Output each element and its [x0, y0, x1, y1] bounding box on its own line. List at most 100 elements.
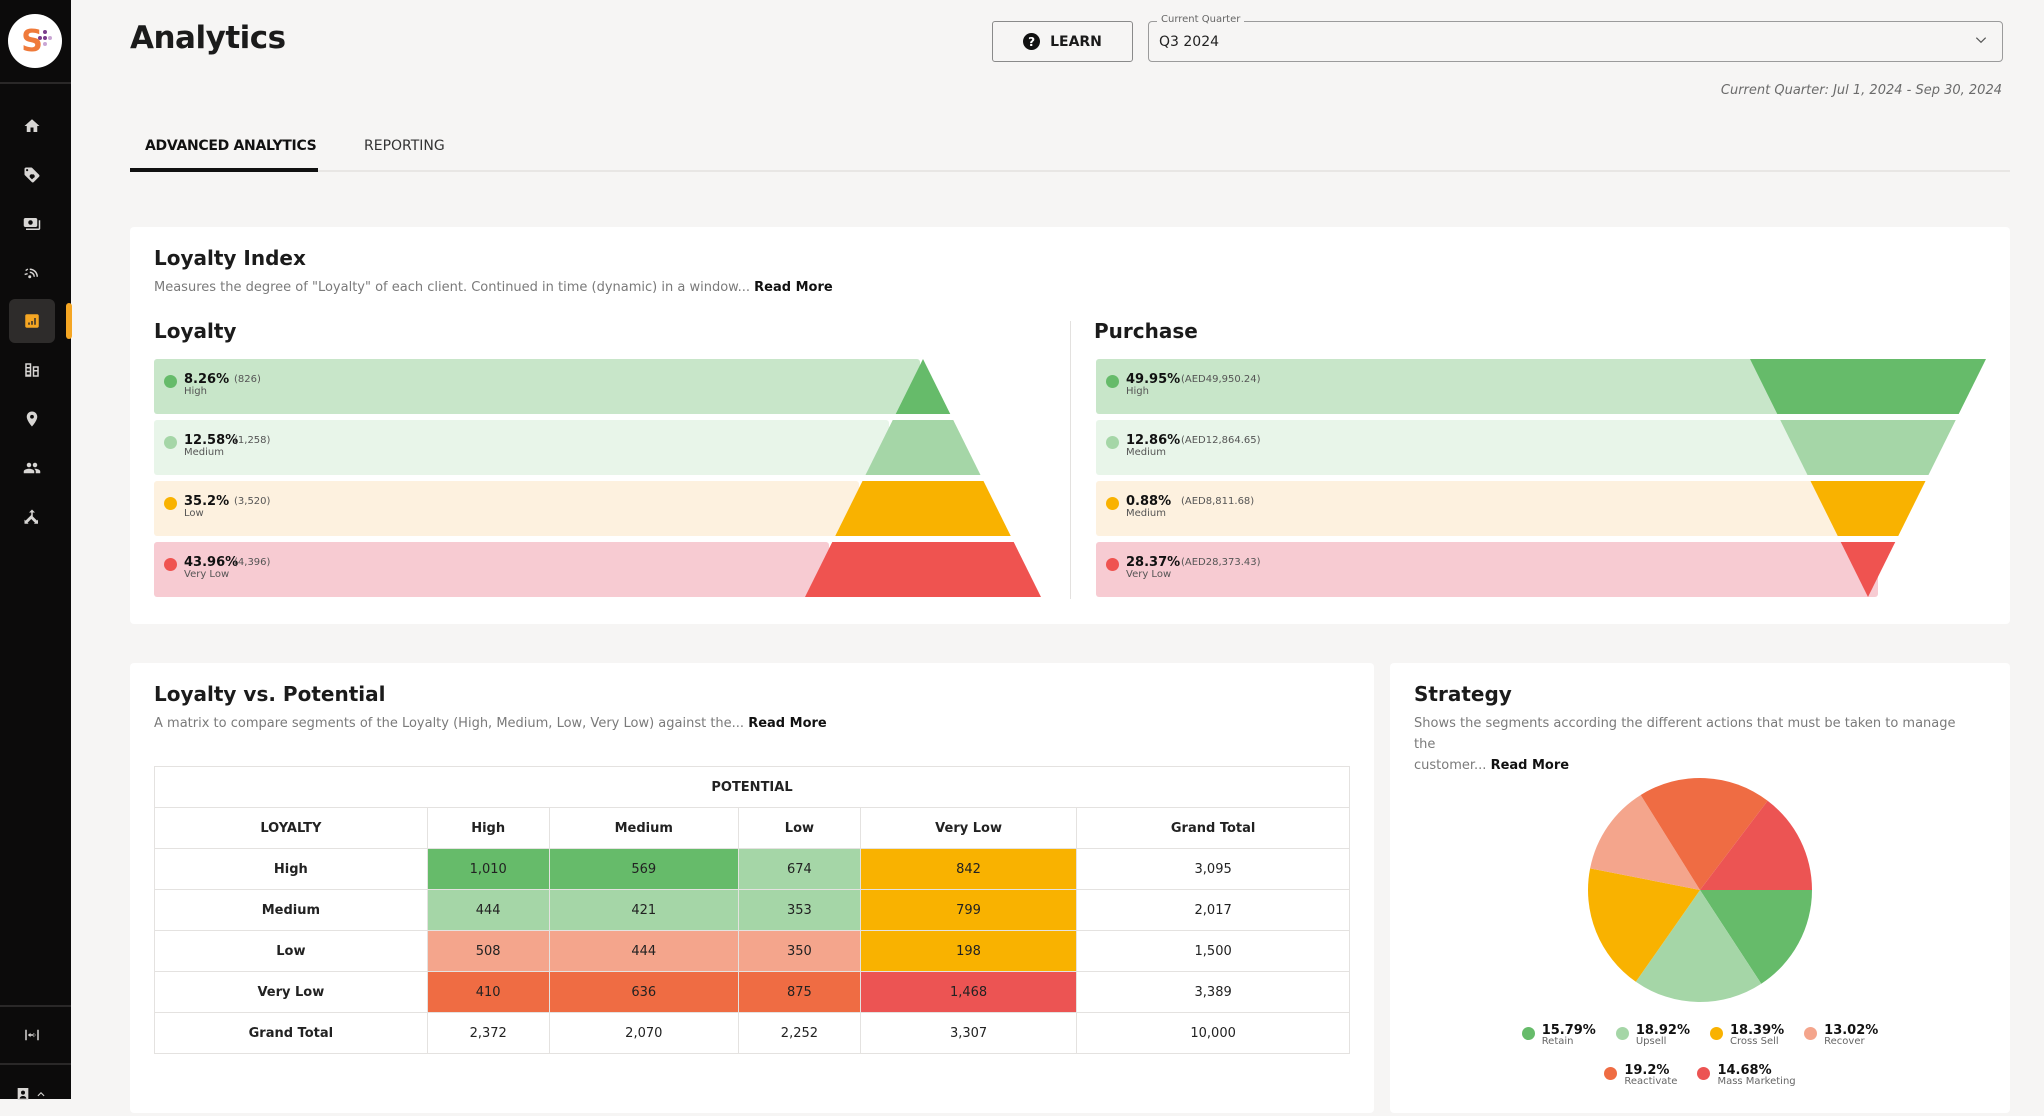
learn-label: LEARN	[1050, 33, 1102, 50]
description-text: customer...	[1414, 758, 1487, 773]
nav-locations[interactable]	[9, 397, 55, 441]
legend-label: Cross Sell	[1730, 1036, 1779, 1047]
tab-reporting[interactable]: REPORTING	[364, 138, 445, 154]
matrix-cell[interactable]: 444	[426, 889, 550, 931]
legend-item[interactable]: 14.68% Mass Marketing	[1697, 1063, 1796, 1093]
read-more-link[interactable]: Read More	[1491, 758, 1570, 773]
account-icon	[17, 1088, 29, 1100]
matrix-cell[interactable]: 508	[426, 930, 550, 972]
learn-button[interactable]: ? LEARN	[992, 21, 1133, 62]
app-logo[interactable]: S	[8, 14, 62, 68]
strategy-card: Strategy Shows the segments according th…	[1390, 663, 2010, 1113]
loyalty-vs-potential-card: Loyalty vs. Potential A matrix to compar…	[130, 663, 1374, 1113]
column-header: Very Low	[859, 807, 1078, 849]
funnel-segment[interactable]	[1750, 359, 1986, 414]
page-title: Analytics	[130, 20, 286, 56]
table-row: Low 508 444 350 198 1,500	[154, 930, 1350, 972]
quarter-select-label: Current Quarter	[1157, 14, 1245, 25]
nav-payments[interactable]	[9, 202, 55, 246]
row-header: Low	[154, 930, 428, 972]
matrix-cell[interactable]: 799	[859, 889, 1078, 931]
sidebar: S	[0, 0, 72, 1100]
nav-integrations[interactable]	[9, 495, 55, 539]
nav-loyalty-tags[interactable]	[9, 153, 55, 197]
matrix-cell[interactable]: 410	[426, 971, 550, 1013]
sidebar-divider	[0, 1005, 71, 1007]
matrix-cell[interactable]: 842	[859, 848, 1078, 890]
grand-total: 10,000	[1076, 1012, 1350, 1054]
card-title: Loyalty vs. Potential	[154, 682, 386, 706]
legend-dot	[1697, 1067, 1711, 1080]
column-total: 2,372	[426, 1012, 550, 1054]
matrix-cell[interactable]: 636	[548, 971, 739, 1013]
merge-icon	[24, 509, 38, 524]
location-pin-icon	[26, 411, 38, 427]
users-icon	[23, 462, 41, 474]
matrix-cell[interactable]: 674	[737, 848, 861, 890]
column-total: 3,307	[859, 1012, 1078, 1054]
matrix-cell[interactable]: 875	[737, 971, 861, 1013]
analytics-chart-icon	[25, 314, 39, 328]
column-header: LOYALTY	[154, 807, 428, 849]
strategy-pie-chart	[1588, 778, 1812, 1002]
card-title: Strategy	[1414, 682, 1512, 706]
nav-campaigns[interactable]	[9, 251, 55, 295]
loyalty-potential-matrix: POTENTIAL LOYALTY High Medium Low Very Low Gr…	[154, 766, 1350, 1054]
sidebar-divider	[0, 82, 71, 84]
quarter-select-value: Q3 2024	[1159, 34, 1220, 50]
legend-item[interactable]: 19.2% Reactivate	[1604, 1063, 1677, 1093]
tab-advanced-analytics[interactable]: ADVANCED ANALYTICS	[145, 138, 317, 154]
legend-label: Reactivate	[1624, 1076, 1678, 1087]
nav-users[interactable]	[9, 446, 55, 490]
chevron-up-icon	[37, 1092, 45, 1097]
nav-home[interactable]	[9, 104, 55, 148]
matrix-cell[interactable]: 421	[548, 889, 739, 931]
pie-legend-row: 19.2% Reactivate 14.68% Mass Marketing	[1390, 1063, 2010, 1093]
legend-item[interactable]: 18.92% Upsell	[1615, 1023, 1690, 1053]
table-row: High 1,010 569 674 842 3,095	[154, 848, 1350, 890]
quarter-select[interactable]: Current Quarter Q3 2024	[1148, 14, 2003, 62]
matrix-cell[interactable]: 569	[548, 848, 739, 890]
quarter-range-text: Current Quarter: Jul 1, 2024 - Sep 30, 2…	[1720, 83, 2002, 98]
funnel-segment[interactable]	[1840, 542, 1896, 597]
legend-label: Mass Marketing	[1717, 1076, 1796, 1087]
account-menu-button[interactable]	[6, 1072, 56, 1116]
row-header: Medium	[154, 889, 428, 931]
active-nav-indicator	[66, 303, 72, 339]
collapse-sidebar-button[interactable]	[9, 1013, 55, 1057]
tab-bar: ADVANCED ANALYTICS REPORTING	[130, 130, 2010, 172]
legend-item[interactable]: 15.79% Retain	[1521, 1023, 1596, 1053]
legend-item[interactable]: 18.39% Cross Sell	[1710, 1023, 1784, 1053]
column-header: Grand Total	[1076, 807, 1350, 849]
cash-icon	[23, 218, 41, 230]
column-total: 2,070	[548, 1012, 739, 1054]
catalog-icon	[25, 363, 39, 377]
matrix-cell[interactable]: 1,010	[426, 848, 550, 890]
matrix-cell[interactable]: 198	[859, 930, 1078, 972]
nav-analytics[interactable]	[9, 299, 55, 343]
nav-catalog[interactable]	[9, 348, 55, 392]
column-total: 2,252	[737, 1012, 861, 1054]
legend-dot	[1615, 1027, 1629, 1040]
row-total: 3,389	[1076, 971, 1350, 1013]
column-header: Low	[737, 807, 861, 849]
row-header: Grand Total	[154, 1012, 428, 1054]
row-total: 2,017	[1076, 889, 1350, 931]
read-more-link[interactable]: Read More	[748, 716, 827, 731]
matrix-cell[interactable]: 444	[548, 930, 739, 972]
row-header: High	[154, 848, 428, 890]
funnel-segment[interactable]	[1810, 481, 1926, 536]
funnel-segment[interactable]	[1780, 420, 1956, 475]
active-tab-indicator	[130, 168, 318, 172]
matrix-cell[interactable]: 1,468	[859, 971, 1078, 1013]
tag-heart-icon	[24, 167, 40, 183]
matrix-cell[interactable]: 350	[737, 930, 861, 972]
signal-icon	[24, 268, 38, 279]
card-description: A matrix to compare segments of the Loya…	[154, 713, 827, 734]
legend-dot	[1710, 1027, 1723, 1040]
matrix-cell[interactable]: 353	[737, 889, 861, 931]
legend-item[interactable]: 13.02% Recover	[1804, 1023, 1878, 1053]
row-total: 1,500	[1076, 930, 1350, 972]
row-total: 3,095	[1076, 848, 1350, 890]
chevron-down-icon	[1975, 37, 1987, 44]
